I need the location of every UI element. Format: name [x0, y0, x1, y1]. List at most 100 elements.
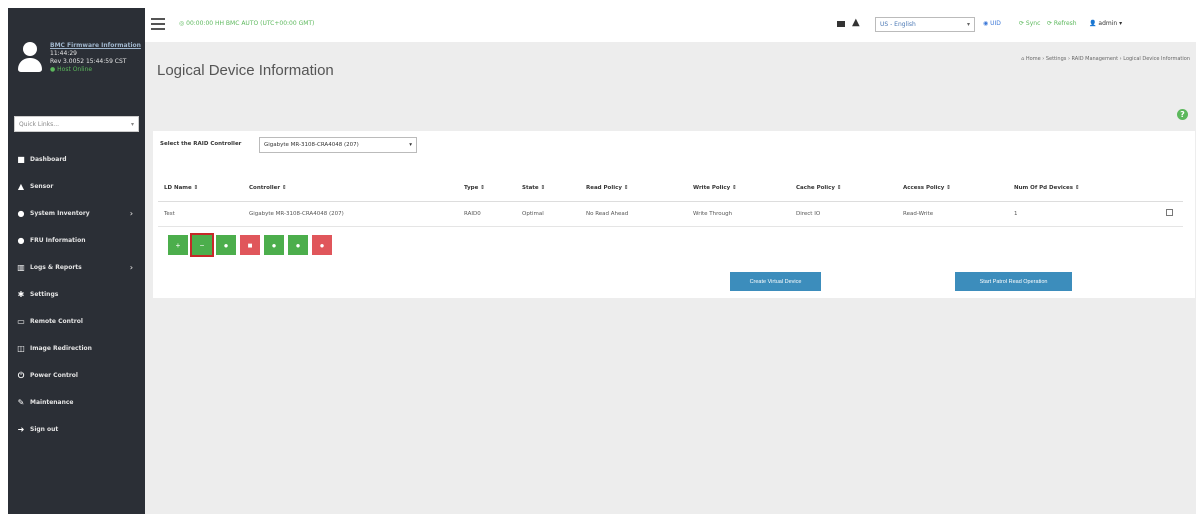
refresh-button[interactable]: ⟳ Refresh [1047, 20, 1077, 27]
action-button-7[interactable]: ● [312, 235, 332, 255]
gear-icon: ✱ [17, 290, 25, 299]
chevron-right-icon: › [129, 209, 133, 218]
action-button-6[interactable]: ● [288, 235, 308, 255]
host-status: ● Host Online [50, 66, 93, 73]
wrench-icon: ✎ [17, 398, 25, 407]
column-header[interactable]: Read Policy ⇕ [580, 175, 687, 202]
sidebar-item-system-inventory[interactable]: ● System Inventory › [8, 200, 145, 227]
sidebar-item-logs-reports[interactable]: ▥ Logs & Reports › [8, 254, 145, 281]
user-menu-label: admin ▾ [1098, 20, 1123, 27]
table-cell: Read-Write [897, 201, 1008, 227]
sidebar-item-image-redirection[interactable]: ◫ Image Redirection [8, 335, 145, 362]
sidebar-item-dashboard[interactable]: ■ Dashboard [8, 146, 145, 173]
column-header[interactable]: Controller ⇕ [243, 175, 458, 202]
column-header[interactable]: Type ⇕ [458, 175, 516, 202]
dashboard-icon: ■ [17, 155, 25, 164]
sidebar-item-label: Logs & Reports [30, 264, 82, 271]
sidebar-item-label: Maintenance [30, 399, 74, 406]
sync-button[interactable]: ⟳ Sync [1019, 20, 1040, 27]
chevron-down-icon: ▾ [409, 142, 412, 148]
table-cell: Gigabyte MR-3108-CRA4048 (207) [243, 201, 458, 227]
language-value: US - English [880, 21, 916, 28]
user-panel: BMC Firmware Information 11:44:29 Rev 3.… [8, 8, 145, 104]
table-cell: Optimal [516, 201, 580, 227]
page-header: Logical Device Information ⌂ Home › Sett… [145, 42, 1196, 131]
raid-controller-value: Gigabyte MR-3108-CRA4048 (207) [264, 142, 359, 148]
logical-device-table: LD Name ⇕ Controller ⇕ Type ⇕ State ⇕ Read P… [158, 175, 1183, 227]
column-header[interactable]: Cache Policy ⇕ [790, 175, 897, 202]
details-icon[interactable] [1166, 209, 1173, 216]
sidebar-item-settings[interactable]: ✱ Settings [8, 281, 145, 308]
nav-list: ■ Dashboard ▲ Sensor ● System Inventory › ● FRU … [8, 146, 145, 443]
sidebar-item-label: Settings [30, 291, 59, 298]
sidebar-item-fru-information[interactable]: ● FRU Information [8, 227, 145, 254]
server-time: 11:44:29 [50, 50, 77, 57]
controller-label: Select the RAID Controller [160, 141, 242, 147]
quick-links-select[interactable]: Quick Links... ▾ [14, 116, 139, 132]
page-title: Logical Device Information [157, 62, 334, 79]
delete-button[interactable]: ■ [240, 235, 260, 255]
sidebar-item-label: FRU Information [30, 237, 86, 244]
menu-toggle-icon[interactable] [151, 18, 165, 30]
sidebar: BMC Firmware Information 11:44:29 Rev 3.… [8, 8, 145, 514]
table-cell: 1 [1008, 201, 1160, 227]
column-header[interactable]: LD Name ⇕ [158, 175, 243, 202]
sidebar-item-label: Sign out [30, 426, 59, 433]
sidebar-item-label: Remote Control [30, 318, 83, 325]
table-body: Test Gigabyte MR-3108-CRA4048 (207) RAID0 O… [158, 201, 1183, 227]
column-header[interactable]: Access Policy ⇕ [897, 175, 1008, 202]
column-header[interactable]: Write Policy ⇕ [687, 175, 790, 202]
sidebar-item-sign-out[interactable]: ➜ Sign out [8, 416, 145, 443]
table-cell: No Read Ahead [580, 201, 687, 227]
language-select[interactable]: US - English ▾ [875, 17, 975, 32]
column-header[interactable]: State ⇕ [516, 175, 580, 202]
firmware-info-link[interactable]: BMC Firmware Information [50, 42, 141, 50]
monitor-icon: ▭ [17, 317, 25, 326]
sidebar-item-maintenance[interactable]: ✎ Maintenance [8, 389, 145, 416]
info-icon: ● [17, 209, 25, 218]
top-bar: ◎ 00:00:00 HH BMC AUTO (UTC+00:00 GMT) ▲… [145, 8, 1196, 42]
row-details-cell [1160, 201, 1183, 227]
create-virtual-device-button[interactable]: Create Virtual Device [730, 272, 821, 291]
warning-icon[interactable]: ▲ [852, 17, 860, 28]
user-menu[interactable]: 👤 admin ▾ [1089, 20, 1122, 27]
chevron-right-icon: › [129, 263, 133, 272]
chevron-down-icon: ▾ [966, 21, 970, 28]
raid-controller-select[interactable]: Gigabyte MR-3108-CRA4048 (207) ▾ [259, 137, 417, 153]
start-patrol-read-button[interactable]: Start Patrol Read Operation [955, 272, 1072, 291]
table-row[interactable]: Test Gigabyte MR-3108-CRA4048 (207) RAID0 O… [158, 201, 1183, 227]
column-header[interactable]: Num Of Pd Devices ⇕ [1008, 175, 1160, 202]
action-button-3[interactable]: ● [216, 235, 236, 255]
table-cell: Direct IO [790, 201, 897, 227]
logical-device-panel: Select the RAID Controller Gigabyte MR-3… [153, 131, 1195, 298]
sidebar-item-label: Power Control [30, 372, 78, 379]
sidebar-item-label: Dashboard [30, 156, 67, 163]
collapse-button[interactable]: − [190, 233, 214, 257]
sidebar-item-remote-control[interactable]: ▭ Remote Control [8, 308, 145, 335]
image-icon: ◫ [17, 344, 25, 353]
help-icon[interactable]: ? [1177, 109, 1188, 120]
power-icon: ⏻ [17, 370, 25, 380]
connection-status: ◎ 00:00:00 HH BMC AUTO (UTC+00:00 GMT) [179, 20, 315, 27]
avatar [18, 42, 42, 74]
chart-icon: ▥ [17, 263, 25, 272]
user-icon: 👤 [1089, 20, 1097, 27]
sidebar-item-label: Image Redirection [30, 345, 92, 352]
breadcrumb[interactable]: ⌂ Home › Settings › RAID Management › Lo… [1021, 56, 1190, 62]
firmware-revision: Rev 3.0052 15:44:59 CST [50, 58, 127, 65]
action-button-group: + − ● ■ ● ● ● [168, 233, 336, 257]
sidebar-item-power-control[interactable]: ⏻ Power Control [8, 362, 145, 389]
action-button-5[interactable]: ● [264, 235, 284, 255]
table-cell: RAID0 [458, 201, 516, 227]
chevron-down-icon: ▾ [130, 120, 134, 128]
sign-out-icon: ➜ [17, 425, 25, 434]
uid-button[interactable]: ◉ UID [983, 20, 1001, 27]
expand-button[interactable]: + [168, 235, 188, 255]
sidebar-item-label: Sensor [30, 183, 54, 190]
sidebar-item-sensor[interactable]: ▲ Sensor [8, 173, 145, 200]
info-circle-icon: ● [17, 236, 25, 245]
table-cell: Test [158, 201, 243, 227]
column-header [1160, 175, 1183, 202]
message-icon[interactable] [837, 21, 845, 27]
table-header-row: LD Name ⇕ Controller ⇕ Type ⇕ State ⇕ Read P… [158, 175, 1183, 202]
